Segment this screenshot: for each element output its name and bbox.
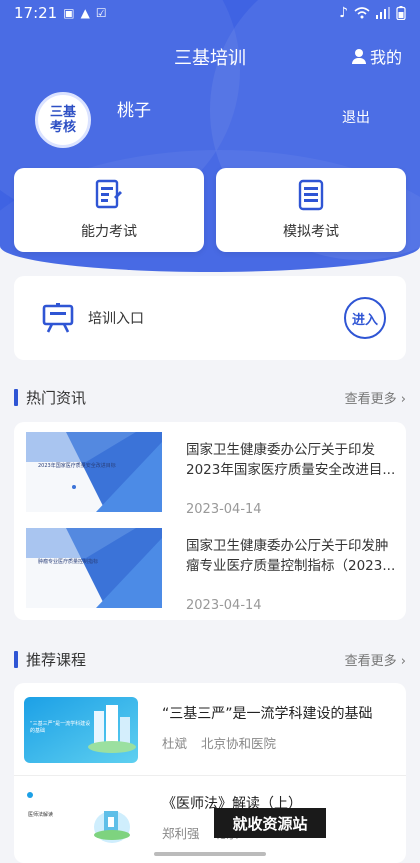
news-date: 2023-04-14 (186, 598, 262, 613)
course-title: “三基三严”是一流学科建设的基础 (162, 706, 373, 722)
chevron-right-icon: › (400, 391, 406, 407)
news-thumbnail: 肿瘤专业医疗质量控制指标 (26, 528, 162, 608)
signal-icon (376, 7, 390, 19)
training-entry[interactable]: 培训入口 进入 (14, 276, 406, 360)
news-section-title: 热门资讯 (26, 388, 87, 407)
course-meta: 杜斌 北京协和医院 (162, 736, 277, 751)
news-date: 2023-04-14 (186, 502, 262, 517)
news-thumbnail: 2023年国家医疗质量安全改进目标 (26, 432, 162, 512)
exam-doc-icon (95, 179, 122, 209)
course-thumbnail: 医师法解读 (24, 787, 138, 853)
app-page: 17:21 ▣ ▲ ☑ ♪ 三基培训 我的 三基考核 桃子 退出 能力考试 模拟… (0, 0, 420, 863)
list-item[interactable]: 2023年国家医疗质量安全改进目标 国家卫生健康委办公厅关于印发2023年国家医… (26, 432, 401, 520)
ability-exam-label: 能力考试 (81, 224, 137, 240)
wifi-icon (354, 7, 370, 19)
news-title: 国家卫生健康委办公厅关于印发肿瘤专业医疗质量控制指标（2023... (186, 538, 396, 574)
watermark: 就收资源站 (214, 808, 326, 838)
title-bar: 三基培训 我的 (0, 40, 420, 70)
logout-button[interactable]: 退出 (342, 107, 370, 127)
enter-button[interactable]: 进入 (344, 297, 386, 339)
news-list: 2023年国家医疗质量安全改进目标 国家卫生健康委办公厅关于印发2023年国家医… (14, 422, 406, 620)
chevron-right-icon: › (400, 653, 406, 669)
avatar[interactable]: 三基考核 (35, 92, 91, 148)
user-name: 桃子 (117, 101, 151, 121)
status-bar: 17:21 ▣ ▲ ☑ ♪ (0, 0, 420, 26)
news-title: 国家卫生健康委办公厅关于印发2023年国家医疗质量安全改进目... (186, 442, 396, 478)
mock-exam-label: 模拟考试 (283, 224, 339, 240)
news-section-header: 热门资讯 查看更多 › (14, 386, 406, 408)
list-item[interactable]: 肿瘤专业医疗质量控制指标 国家卫生健康委办公厅关于印发肿瘤专业医疗质量控制指标（… (26, 528, 401, 616)
check-icon: ☑ (95, 6, 107, 20)
mine-label: 我的 (369, 48, 402, 67)
training-label: 培训入口 (88, 311, 144, 327)
ability-exam-button[interactable]: 能力考试 (14, 168, 204, 252)
course-more-link[interactable]: 查看更多 › (345, 650, 406, 669)
list-doc-icon (298, 179, 324, 211)
course-section-header: 推荐课程 查看更多 › (14, 648, 406, 670)
person-icon (351, 48, 366, 64)
mine-button[interactable]: 我的 (351, 44, 402, 68)
avatar-logo-text: 三基考核 (49, 105, 76, 135)
presentation-board-icon (42, 303, 74, 333)
news-more-link[interactable]: 查看更多 › (345, 388, 406, 407)
battery-icon (396, 6, 406, 20)
course-section-title: 推荐课程 (26, 650, 87, 669)
gallery-icon: ▣ (63, 6, 75, 20)
home-indicator[interactable] (154, 852, 266, 856)
divider (14, 775, 406, 776)
mock-exam-button[interactable]: 模拟考试 (216, 168, 406, 252)
status-time: 17:21 (14, 4, 58, 22)
list-item[interactable]: 医师法解读 《医师法》解读（上） 郑利强北京 (24, 787, 396, 859)
course-list: “三基三严”是一流学科建设的基础 “三基三严”是一流学科建设的基础 杜斌 北京协和… (14, 683, 406, 863)
warning-icon: ▲ (80, 6, 90, 20)
mute-icon: ♪ (339, 5, 348, 21)
list-item[interactable]: “三基三严”是一流学科建设的基础 “三基三严”是一流学科建设的基础 杜斌 北京协和… (24, 697, 396, 769)
course-thumbnail: “三基三严”是一流学科建设的基础 (24, 697, 138, 763)
